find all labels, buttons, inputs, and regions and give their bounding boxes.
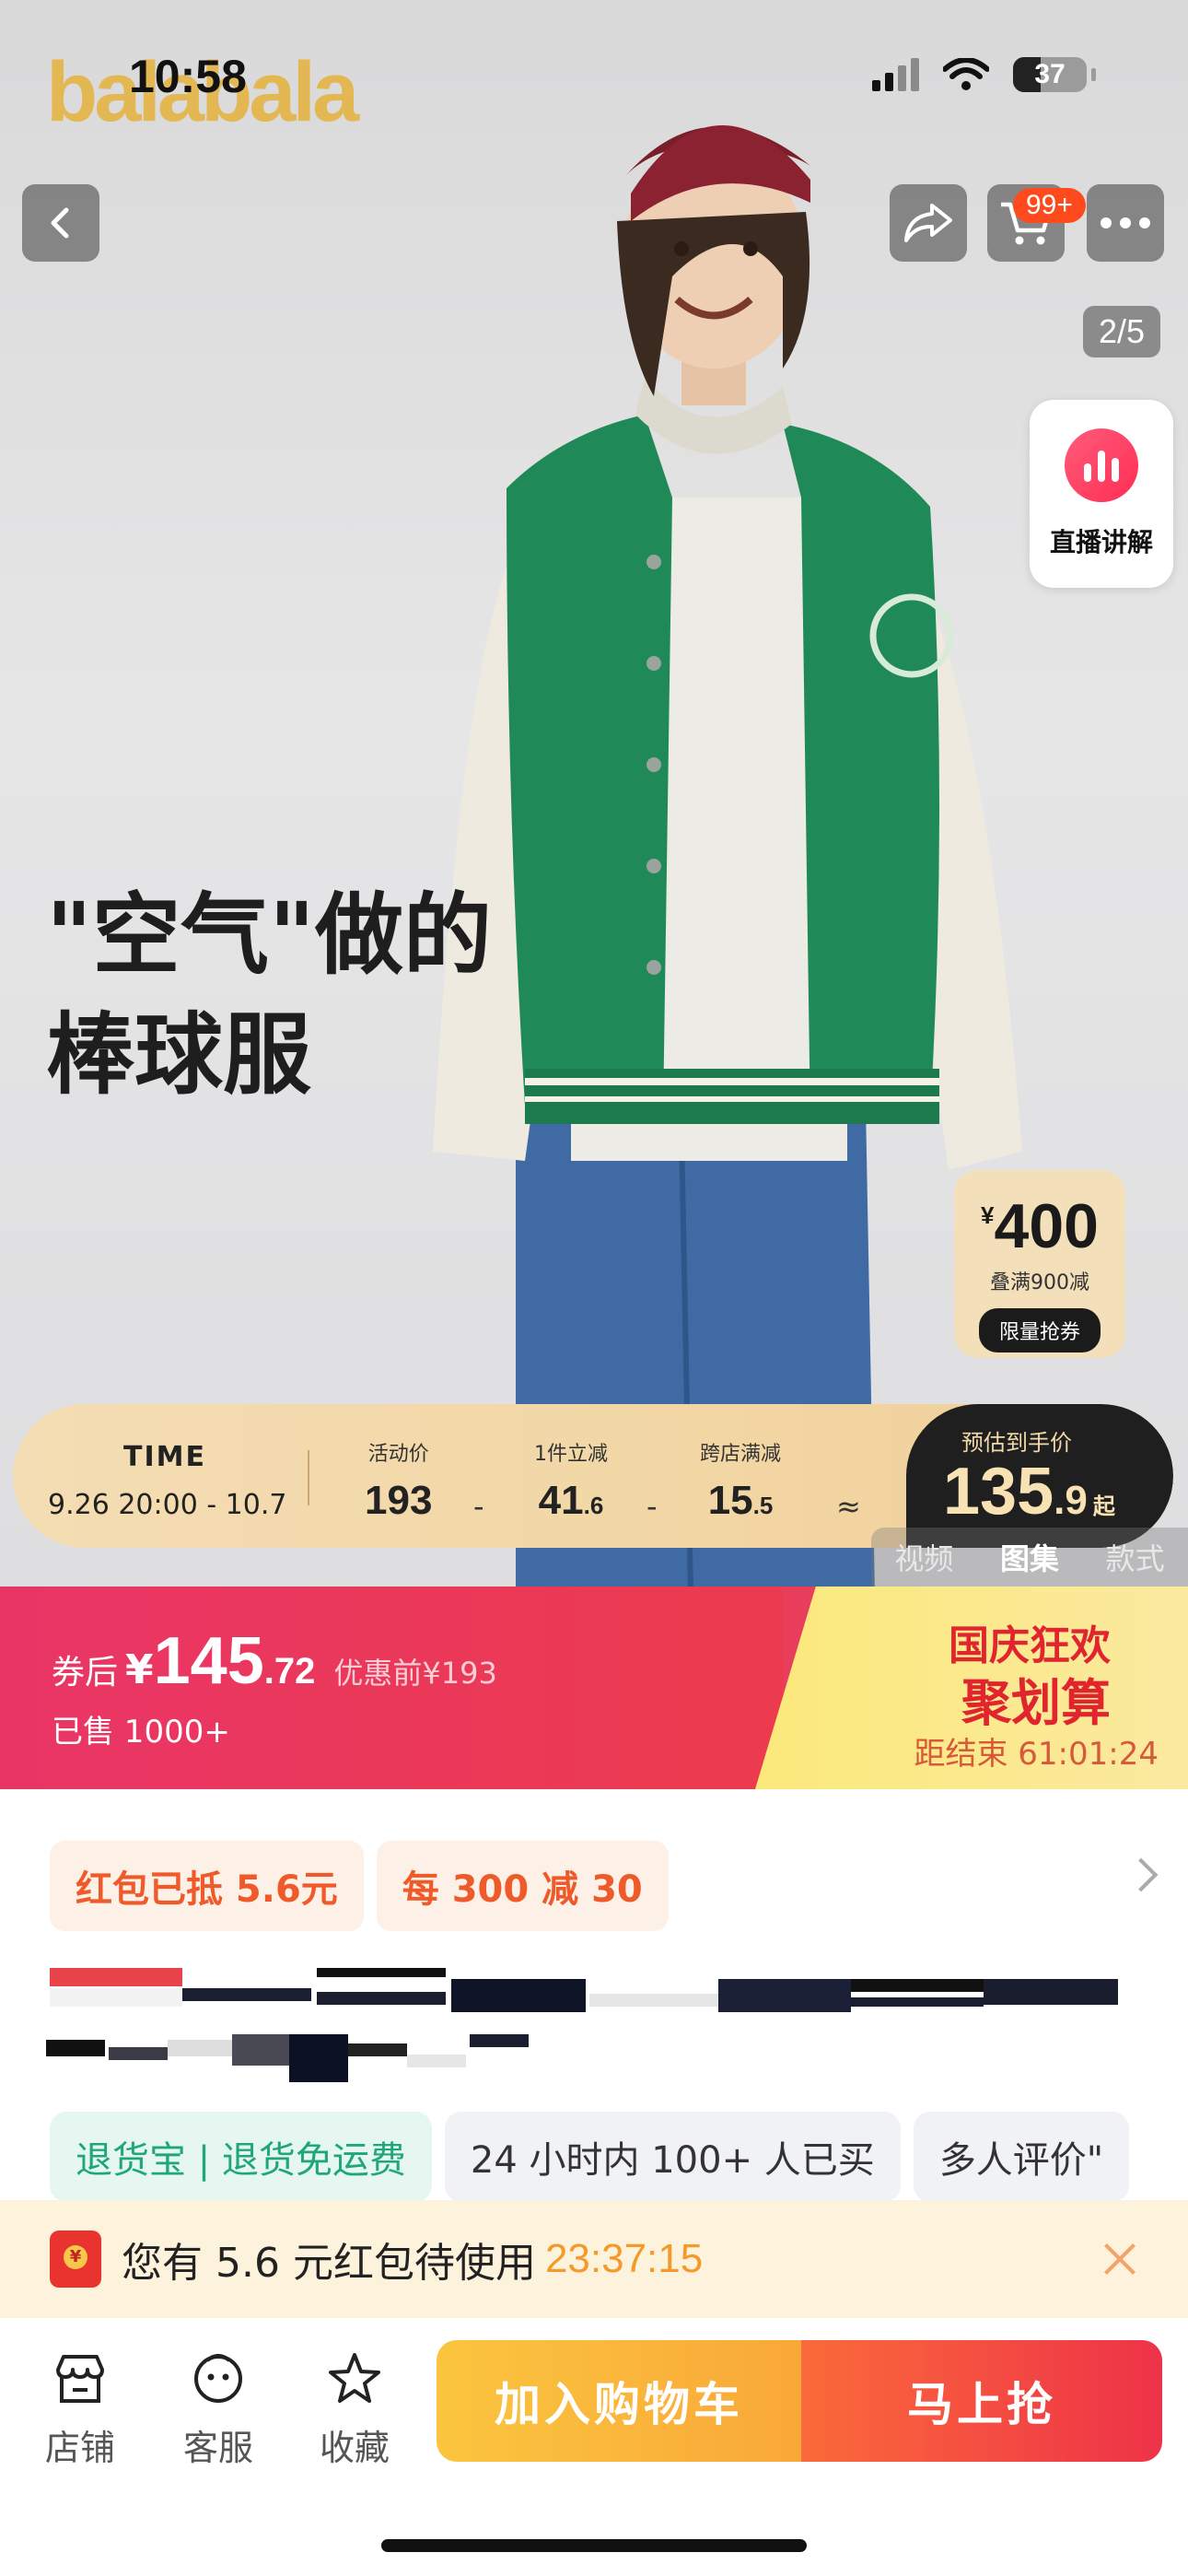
sold-count: 已售 1000+ [52, 1714, 230, 1751]
store-button[interactable]: 店铺 [29, 2349, 131, 2470]
original-price: 优惠前¥193 [333, 1656, 497, 1691]
favorite-label: 收藏 [319, 2428, 390, 2468]
divider [308, 1450, 309, 1505]
cart-badge: 99+ [1013, 188, 1086, 223]
signal-icon [872, 58, 919, 91]
slogan-line2: 棒球服 [46, 1003, 311, 1107]
product-photo [433, 125, 1022, 1587]
red-packet-notice[interactable]: 您有 5.6 元红包待使用 23:37:15 [0, 2200, 1188, 2318]
event-banner[interactable]: 国庆狂欢 聚划算 距结束 61:01:24 [755, 1587, 1188, 1789]
event-name: 聚划算 [961, 1674, 1111, 1732]
media-tabs: 视频 图集 款式 [871, 1528, 1188, 1587]
minus-sign: - [473, 1489, 484, 1524]
coupon-card[interactable]: ¥400 叠满900减 限量抢券 [954, 1170, 1125, 1358]
buy-now-button[interactable]: 马上抢 [801, 2340, 1162, 2462]
back-button[interactable] [22, 184, 99, 262]
price-decimal: .72 [263, 1651, 316, 1692]
battery-level: 37 [1034, 59, 1066, 89]
price-integer: 145 [153, 1624, 264, 1698]
share-button[interactable] [890, 184, 967, 262]
discount-tags[interactable]: 红包已抵 5.6元 每 300 减 30 [50, 1841, 669, 1931]
more-button[interactable] [1087, 184, 1164, 262]
notice-text: 您有 5.6 元红包待使用 [122, 2240, 536, 2287]
recent-buyers-chip[interactable]: 24 小时内 100+ 人已买 [444, 2112, 901, 2202]
time-range: 9.26 20:00 - 10.7 [48, 1489, 287, 1521]
close-icon[interactable] [1101, 2241, 1138, 2277]
add-to-cart-button[interactable]: 加入购物车 [437, 2340, 801, 2462]
event-countdown: 距结束 61:01:24 [914, 1736, 1159, 1773]
chevron-right-icon[interactable] [1124, 1857, 1159, 1892]
reviews-chip[interactable]: 多人评价" [913, 2112, 1130, 2202]
live-explain-label: 直播讲解 [1049, 527, 1153, 557]
minus-sign: - [646, 1489, 658, 1524]
image-page-counter: 2/5 [1083, 306, 1160, 357]
estimated-price: 预估到手价 135.9 起 [906, 1404, 1173, 1548]
activity-price: 活动价 193 [365, 1443, 433, 1523]
red-packet-tag[interactable]: 红包已抵 5.6元 [50, 1841, 364, 1931]
share-icon [904, 204, 952, 242]
grab-coupon-button[interactable]: 限量抢券 [978, 1308, 1101, 1352]
price-currency: ¥ [125, 1646, 154, 1693]
star-icon [329, 2353, 380, 2403]
store-icon [56, 2355, 104, 2403]
price-label: 券后 [52, 1654, 119, 1692]
cross-store-discount: 跨店满减 15.5 [700, 1443, 782, 1523]
tab-styles[interactable]: 款式 [1106, 1536, 1165, 1578]
bottom-action-bar: 店铺 客服 收藏 加入购物车 马上抢 [0, 2318, 1188, 2576]
price-banner: 券后 ¥ 145 .72 优惠前¥193 已售 1000+ 国庆狂欢 聚划算 距… [0, 1587, 1188, 1789]
wifi-icon [943, 58, 989, 90]
coupon-note: 叠满900减 [990, 1271, 1089, 1294]
tab-video[interactable]: 视频 [894, 1536, 953, 1578]
coupon-amount: ¥400 [981, 1191, 1099, 1261]
return-insurance-chip[interactable]: 退货宝 | 退货免运费 [50, 2112, 432, 2202]
price-block: 券后 ¥ 145 .72 优惠前¥193 已售 1000+ [0, 1587, 783, 1789]
service-button[interactable]: 客服 [168, 2349, 269, 2470]
live-explain-button[interactable]: 直播讲解 [1030, 400, 1173, 588]
back-icon [51, 207, 69, 239]
product-title-redacted [46, 1968, 1118, 2082]
battery-icon: 37 [1013, 57, 1096, 92]
home-indicator [381, 2539, 807, 2552]
service-label: 客服 [182, 2428, 253, 2468]
red-packet-icon [50, 2231, 101, 2288]
promo-strip: TIME 9.26 20:00 - 10.7 活动价 193 - 1件立减 41… [13, 1404, 1173, 1548]
time-label: TIME [123, 1441, 206, 1473]
slogan-line1: "空气"做的 [46, 884, 493, 987]
more-icon [1101, 217, 1150, 228]
tab-gallery[interactable]: 图集 [1000, 1536, 1059, 1578]
slogan: "空气"做的 棒球服 [46, 875, 492, 1115]
notice-timer: 23:37:15 [544, 2236, 704, 2281]
status-time: 10:58 [129, 51, 247, 102]
one-item-discount: 1件立减 41.6 [534, 1443, 608, 1523]
approx-sign: ≈ [836, 1489, 861, 1524]
live-chart-icon [1065, 428, 1138, 502]
store-label: 店铺 [44, 2428, 115, 2468]
full-reduction-tag[interactable]: 每 300 减 30 [376, 1841, 669, 1931]
service-chips[interactable]: 退货宝 | 退货免运费 24 小时内 100+ 人已买 多人评价" [50, 2112, 1130, 2202]
product-image-gallery[interactable]: balabala 10:58 37 99+ 2/5 直播讲解 "空气"做的 棒球… [0, 0, 1188, 1587]
favorite-button[interactable]: 收藏 [304, 2349, 405, 2470]
service-icon [194, 2354, 242, 2403]
status-icons: 37 [872, 57, 1096, 92]
